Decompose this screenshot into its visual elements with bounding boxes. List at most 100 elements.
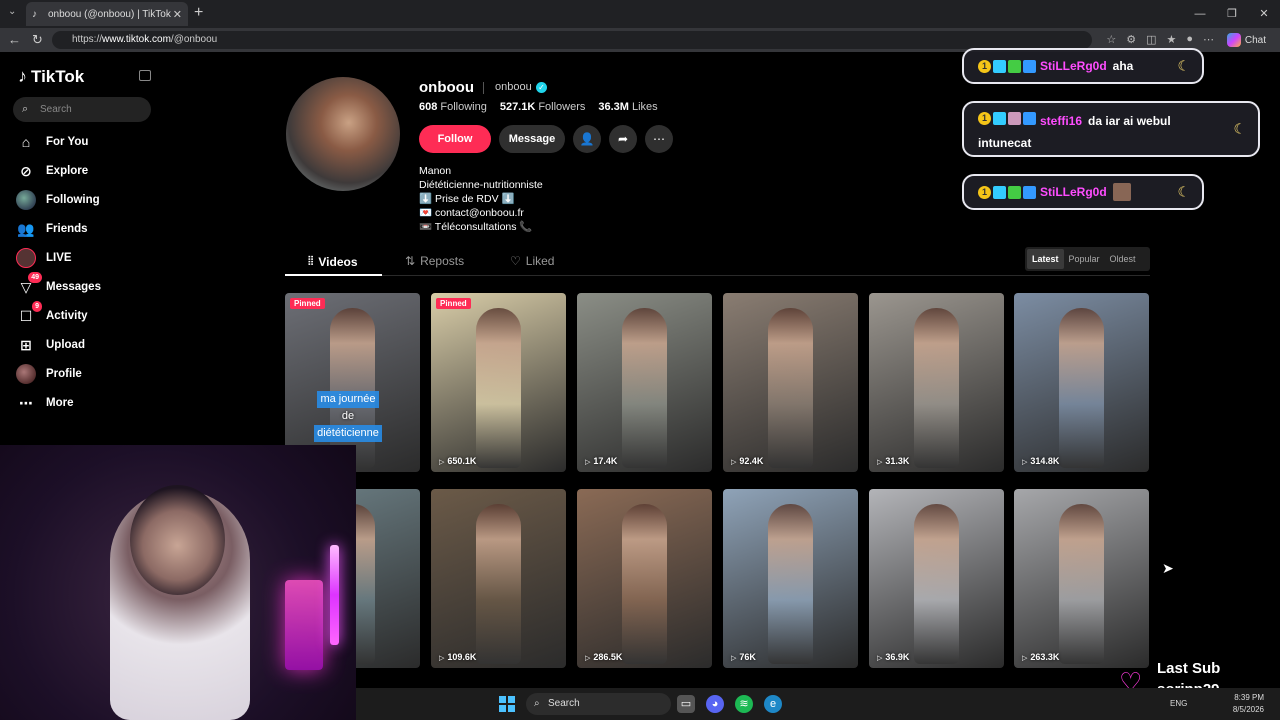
split-screen-icon[interactable]: ◫ [1146,33,1156,46]
sidebar-item-live[interactable]: LIVE [16,246,156,270]
profile-icon[interactable]: ● [1186,33,1193,46]
taskbar: ⌕ Search ▭ ◕ ≋ e ENG 8:39 PM 8/5/2026 [356,688,1280,720]
sidebar-item-explore[interactable]: ⊘ Explore [16,159,156,183]
video-thumbnail[interactable]: ▷ 286.5K [577,489,712,668]
restore-icon[interactable]: ❐ [1216,0,1248,28]
video-thumbnail[interactable]: ▷ 36.9K [869,489,1004,668]
url-field[interactable]: https://www.tiktok.com/@onboou [52,31,1092,49]
sidebar-item-messages[interactable]: ▽ 49 Messages [16,272,156,299]
copilot-icon [1226,33,1241,47]
sidebar-item-label: More [46,397,74,409]
video-thumbnail[interactable]: ▷ 109.6K [431,489,566,668]
sidebar-item-for-you[interactable]: ⌂ For You [16,130,156,154]
chat-badges: 1 [978,185,1036,199]
favorite-star-icon[interactable]: ☆ [1106,33,1116,46]
search-input[interactable]: ⌕ Search [13,97,151,122]
badge-icon [993,112,1006,125]
windows-start-icon[interactable] [499,696,515,712]
clock-date: 8/5/2026 [1232,705,1264,714]
caption-line: de [341,410,355,422]
chat-message: 1 StiLLeRg0d aha ☾ [962,48,1204,84]
reload-icon[interactable]: ↻ [32,32,43,48]
following-stat[interactable]: 608 Following [419,101,487,113]
sidebar-item-following[interactable]: Following [16,188,156,212]
view-count: ▷ 36.9K [877,652,909,662]
share-icon[interactable]: ➦ [609,125,637,153]
message-button[interactable]: Message [499,125,565,153]
sub-badge-icon: 1 [978,185,991,199]
url-prefix: https:// [72,34,103,45]
video-thumbnail[interactable]: Pinned ▷ 650.1K [431,293,566,472]
badge-icon [1008,112,1021,125]
sort-popular-button[interactable]: Popular [1064,249,1105,269]
view-count: ▷ 76K [731,652,756,662]
bio-line: ⬇️ Prise de RDV ⬇️ [419,193,515,205]
sub-badge-icon: 1 [978,59,991,73]
add-friend-icon[interactable]: 👤 [573,125,601,153]
play-icon: ▷ [877,655,883,662]
sidebar-item-profile[interactable]: Profile [16,362,156,386]
sidebar-item-activity[interactable]: ☐ 9 Activity [16,301,156,328]
tab-liked[interactable]: ♡ Liked [510,254,554,268]
sidebar-item-friends[interactable]: 👥 Friends [16,217,156,241]
tiktok-logo[interactable]: ♪ TikTok [18,66,84,87]
sidebar-item-label: Explore [46,165,89,177]
badge-icon [993,185,1006,199]
sort-oldest-button[interactable]: Oldest [1105,249,1141,269]
likes-label: Likes [631,101,658,113]
extensions-icon[interactable]: ⚙ [1126,33,1136,46]
browser-tab-bar: ⌄ ♪ onboou (@onboou) | TikTok ✕ + — ❐ ✕ [0,0,1280,28]
video-caption: ma journée de diététicienne [303,391,393,442]
bio-line: Diététicienne-nutritionniste [419,179,543,191]
thumbnail-image [1059,308,1104,468]
favorites-icon[interactable]: ★ [1166,33,1176,46]
badge-icon [1023,185,1036,199]
video-thumbnail[interactable]: ▷ 92.4K [723,293,858,472]
tab-videos[interactable]: ⦙⦙ Videos [308,254,358,269]
window-controls: — ❐ ✕ [1184,0,1280,28]
tab-list-icon[interactable]: ⌄ [8,6,16,17]
video-thumbnail[interactable]: ▷ 314.8K [1014,293,1149,472]
play-icon: ▷ [1022,655,1028,662]
spotify-icon[interactable]: ≋ [735,695,753,713]
collapse-sidebar-icon[interactable] [139,70,151,81]
chat-badges: 1 [978,112,1036,125]
more-options-icon[interactable]: ⋯ [645,125,673,153]
copilot-chat-button[interactable]: Chat [1226,33,1266,47]
discord-icon[interactable]: ◕ [706,695,724,713]
task-view-icon[interactable]: ▭ [677,695,695,713]
browser-tab[interactable]: ♪ onboou (@onboou) | TikTok ✕ [26,2,188,26]
light-bar [330,545,339,645]
more-menu-icon[interactable]: ⋯ [1203,33,1214,46]
video-thumbnail[interactable]: ▷ 76K [723,489,858,668]
sidebar-item-label: Friends [46,223,88,235]
view-count-value: 650.1K [447,456,477,466]
sort-latest-button[interactable]: Latest [1027,249,1064,269]
edge-icon[interactable]: e [764,695,782,713]
video-thumbnail[interactable]: ▷ 31.3K [869,293,1004,472]
close-window-icon[interactable]: ✕ [1248,0,1280,28]
sidebar-item-more[interactable]: ⋯ More [16,391,156,415]
video-thumbnail[interactable]: ▷ 263.3K [1014,489,1149,668]
tab-reposts[interactable]: ⇅ Reposts [405,254,464,268]
close-tab-icon[interactable]: ✕ [173,8,182,21]
language-indicator[interactable]: ENG [1170,699,1187,708]
view-count-value: 31.3K [885,456,910,466]
video-thumbnail[interactable]: ▷ 17.4K [577,293,712,472]
followers-stat[interactable]: 527.1K Followers [500,101,586,113]
compass-icon: ⊘ [20,162,32,179]
taskbar-search[interactable]: ⌕ Search [526,693,671,715]
active-tab-indicator [285,274,382,276]
bio-line: 📼 Téléconsultations 📞 [419,221,533,233]
new-tab-icon[interactable]: + [194,4,203,22]
profile-avatar[interactable] [286,77,400,191]
sidebar-item-upload[interactable]: ⊞ Upload [16,333,156,357]
minimize-icon[interactable]: — [1184,0,1216,28]
back-icon[interactable]: ← [8,32,21,47]
view-count-value: 314.8K [1030,456,1060,466]
follow-button[interactable]: Follow [419,125,491,153]
more-dots-icon: ⋯ [19,394,33,411]
clock[interactable]: 8:39 PM 8/5/2026 [1233,692,1264,716]
chat-badges: 1 [978,59,1036,73]
caption-line: diététicienne [314,425,382,442]
